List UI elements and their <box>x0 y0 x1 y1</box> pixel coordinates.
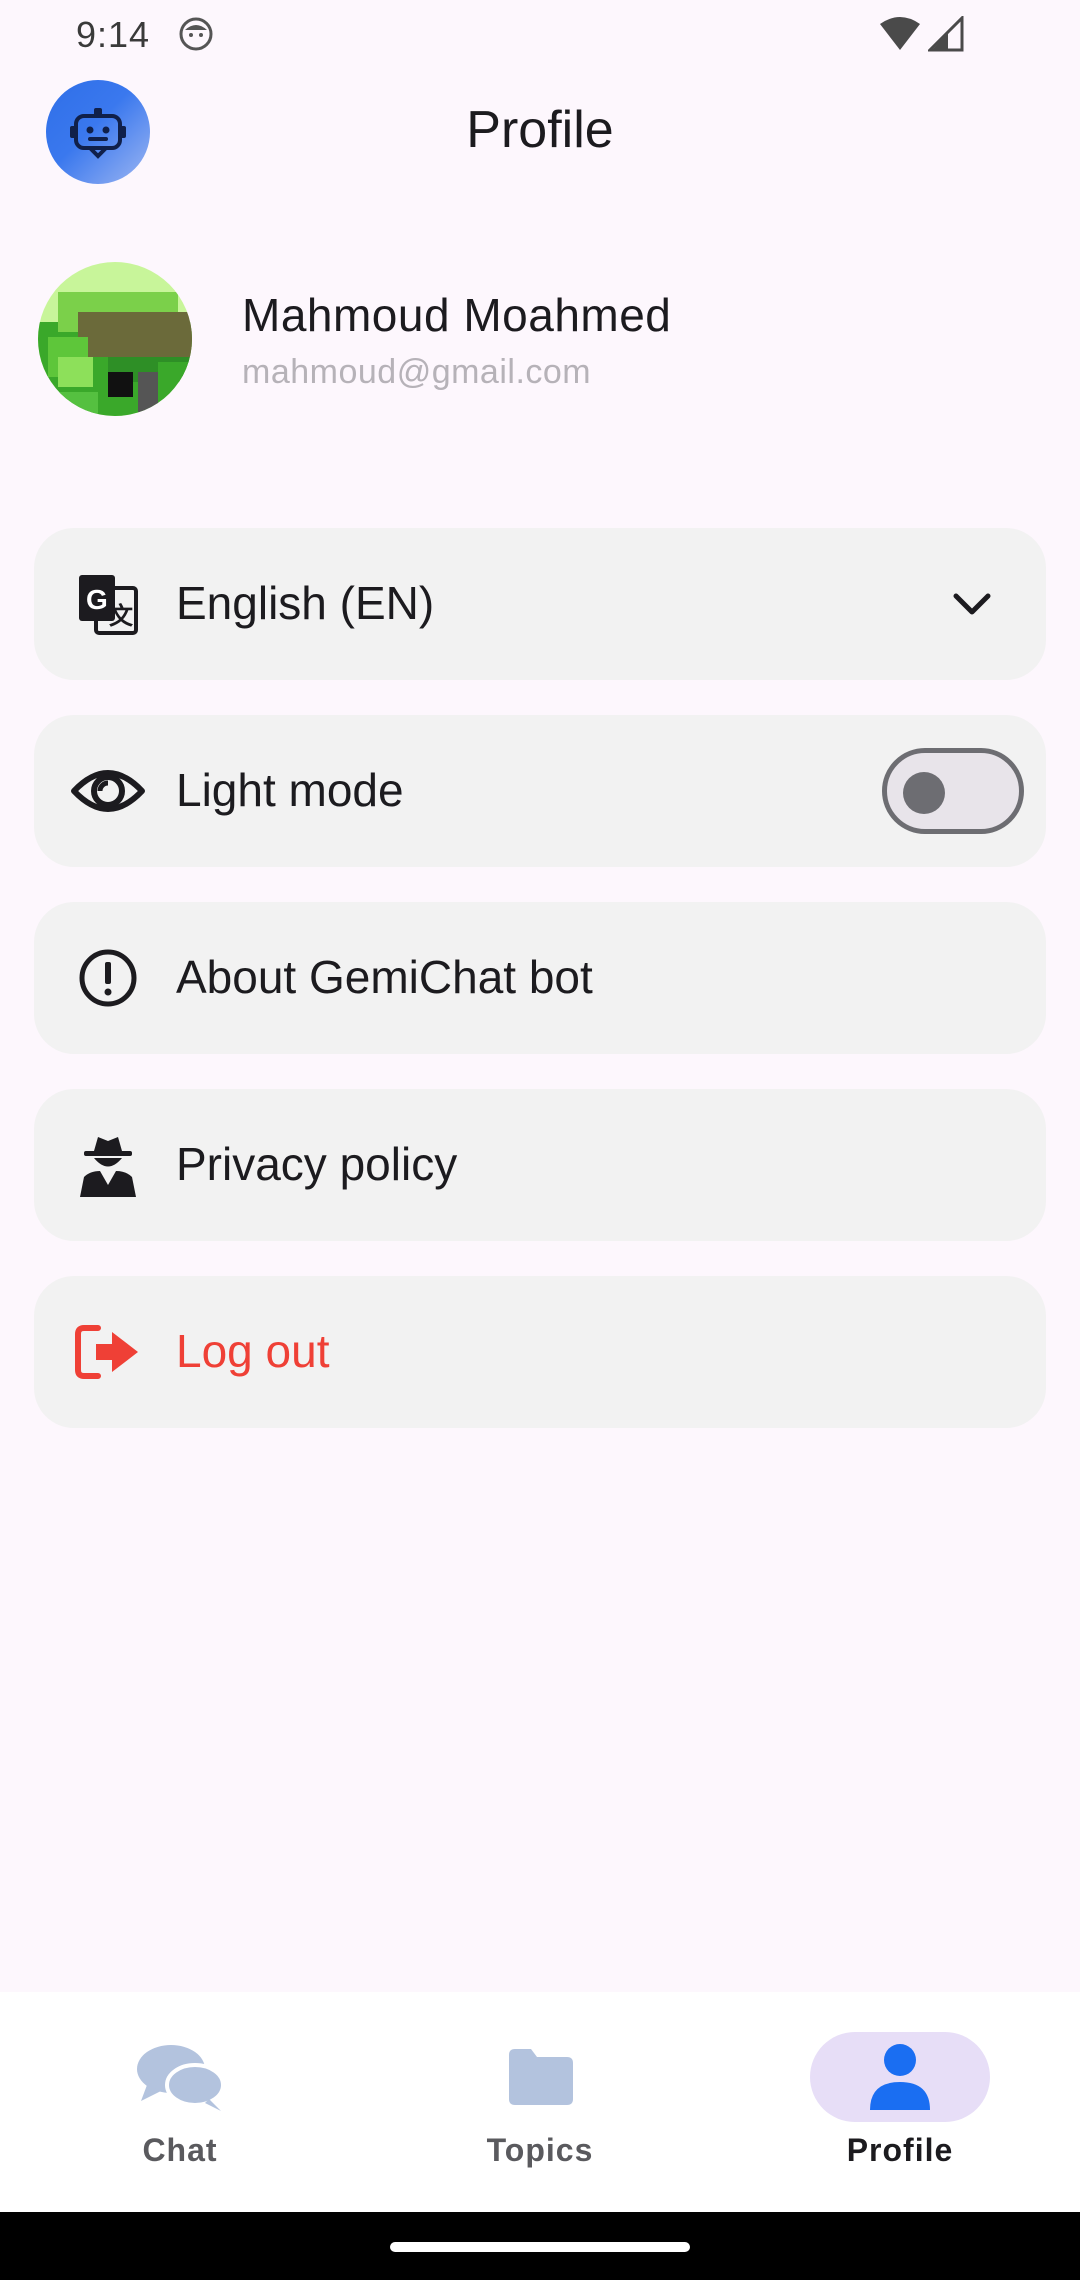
person-icon <box>870 2044 930 2110</box>
page-title: Profile <box>466 101 614 159</box>
nav-item-profile[interactable]: Profile <box>720 1992 1080 2212</box>
user-name: Mahmoud Moahmed <box>242 289 672 341</box>
language-selector[interactable]: G 文 English (EN) <box>34 528 1046 680</box>
theme-label: Light mode <box>176 764 404 816</box>
cellular-signal-icon <box>928 16 964 52</box>
user-email: mahmoud@gmail.com <box>242 353 592 391</box>
nav-label-topics: Topics <box>486 2132 594 2168</box>
logout-icon <box>72 1320 144 1384</box>
svg-text:文: 文 <box>109 602 134 630</box>
logout-item[interactable]: Log out <box>34 1276 1046 1428</box>
toggle-knob <box>903 772 945 814</box>
translate-icon: G 文 <box>76 572 140 636</box>
face-notification-icon <box>179 17 213 51</box>
eye-icon <box>70 759 146 823</box>
logout-label: Log out <box>176 1325 330 1377</box>
status-time: 9:14 <box>76 14 151 55</box>
bottom-navigation: Chat Topics Profile <box>0 1992 1080 2212</box>
pixel-avatar-image <box>38 262 192 416</box>
about-item[interactable]: About GemiChat bot <box>34 902 1046 1054</box>
system-navigation-bar <box>0 2212 1080 2280</box>
svg-text:G: G <box>86 584 108 615</box>
light-mode-toggle[interactable] <box>882 748 1024 834</box>
app-bar: Profile <box>0 70 1080 190</box>
folder-icon <box>509 2049 573 2105</box>
info-exclamation-icon <box>76 946 140 1010</box>
nav-item-topics[interactable]: Topics <box>360 1992 720 2212</box>
nav-active-indicator <box>810 2032 990 2122</box>
nav-item-chat[interactable]: Chat <box>0 1992 360 2212</box>
nav-label-chat: Chat <box>142 2132 218 2168</box>
nav-label-profile: Profile <box>846 2132 954 2168</box>
chat-bubbles-icon <box>137 2045 225 2111</box>
theme-setting: Light mode <box>34 715 1046 867</box>
nav-icon-container <box>90 2032 270 2122</box>
chevron-down-icon[interactable] <box>948 580 996 628</box>
home-indicator[interactable] <box>390 2242 690 2252</box>
about-label: About GemiChat bot <box>176 951 593 1003</box>
status-bar: 9:14 <box>0 0 1080 70</box>
wifi-icon <box>880 17 920 50</box>
spy-agent-icon <box>76 1133 140 1197</box>
user-avatar[interactable] <box>38 262 192 416</box>
privacy-label: Privacy policy <box>176 1138 458 1190</box>
language-label: English (EN) <box>176 577 435 629</box>
privacy-policy-item[interactable]: Privacy policy <box>34 1089 1046 1241</box>
profile-screen: 9:14 Profile Mahmoud Moahmed mahmoud@gma… <box>0 0 1080 2280</box>
nav-icon-container <box>450 2032 630 2122</box>
